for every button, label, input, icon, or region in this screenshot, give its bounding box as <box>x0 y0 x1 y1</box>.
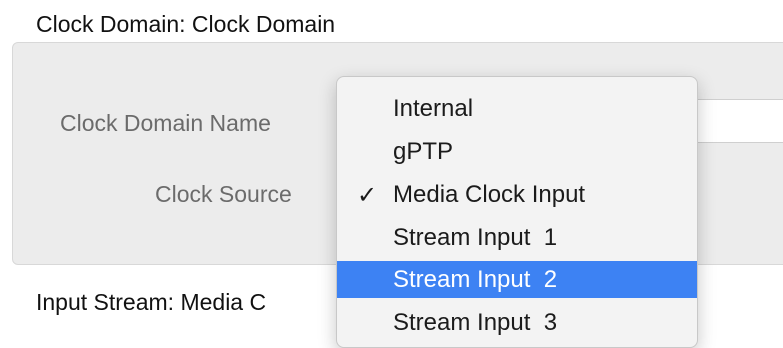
menu-item-gptp[interactable]: gPTP <box>337 133 697 170</box>
menu-item-media-clock-input[interactable]: ✓ Media Clock Input <box>337 176 697 213</box>
menu-item-stream-input-2[interactable]: Stream Input 2 <box>337 261 697 298</box>
clock-source-dropdown-menu: Internal gPTP ✓ Media Clock Input Stream… <box>336 76 698 348</box>
menu-item-label: Media Clock Input <box>393 181 586 208</box>
clock-source-label: Clock Source <box>155 181 292 207</box>
menu-item-internal[interactable]: Internal <box>337 90 697 127</box>
clock-domain-name-input[interactable] <box>690 99 783 143</box>
menu-item-label: Internal <box>393 95 474 122</box>
menu-item-label: Stream Input 3 <box>393 309 558 336</box>
menu-item-stream-input-1[interactable]: Stream Input 1 <box>337 219 697 256</box>
input-stream-section-title: Input Stream: Media C <box>36 289 267 315</box>
clock-domain-name-label: Clock Domain Name <box>60 110 271 136</box>
checkmark-icon: ✓ <box>357 182 378 209</box>
menu-item-label: gPTP <box>393 138 454 165</box>
clock-domain-section-title: Clock Domain: Clock Domain <box>36 11 336 37</box>
menu-item-label: Stream Input 2 <box>393 266 558 293</box>
menu-item-label: Stream Input 1 <box>393 224 558 251</box>
menu-item-stream-input-3[interactable]: Stream Input 3 <box>337 304 697 341</box>
